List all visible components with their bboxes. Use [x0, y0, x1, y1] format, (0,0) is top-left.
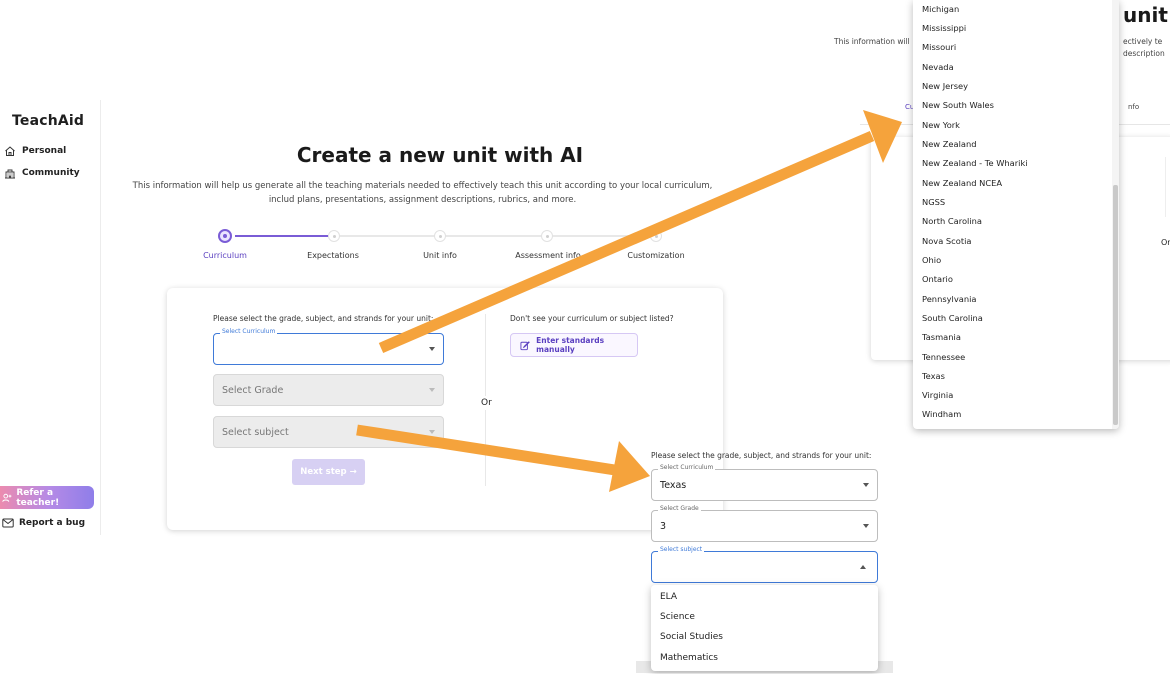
step-dot-expectations[interactable] — [328, 230, 340, 242]
list-item[interactable]: Tasmania — [922, 332, 961, 342]
inset-curriculum-legend: Select Curriculum — [658, 464, 716, 471]
inset-form-prompt: Please select the grade, subject, and st… — [651, 451, 872, 460]
stepper-line-active — [235, 235, 335, 237]
step-dot-customization[interactable] — [650, 230, 662, 242]
list-item[interactable]: Mississippi — [922, 23, 966, 33]
subject-select[interactable]: Select subject — [213, 416, 444, 448]
step-label-customization[interactable]: Customization — [627, 251, 684, 260]
report-bug-link[interactable]: Report a bug — [2, 518, 85, 528]
inset-step-label-right: nfo — [1128, 103, 1140, 111]
enter-standards-manually-label: Enter standards manually — [536, 336, 605, 354]
add-user-icon — [2, 493, 12, 502]
subject-dropdown-list[interactable]: ELA Science Social Studies Mathematics — [651, 585, 878, 671]
curriculum-form-card: Please select the grade, subject, and st… — [167, 288, 723, 530]
step-dot-assessment-info[interactable] — [541, 230, 553, 242]
chevron-up-icon — [860, 565, 866, 569]
list-item[interactable]: New York — [922, 120, 960, 130]
inset-grade-value: 3 — [660, 521, 667, 532]
list-item[interactable]: Windham — [922, 409, 961, 419]
inset-or-label: Or — [1161, 238, 1170, 247]
step-label-expectations[interactable]: Expectations — [307, 251, 359, 260]
list-item[interactable]: New South Wales — [922, 100, 994, 110]
sidebar-item-community[interactable]: Community — [4, 167, 80, 179]
enter-standards-manually-button[interactable]: Enter standards manually — [510, 333, 638, 357]
inset-description-left: This information will — [834, 37, 910, 46]
list-item[interactable]: Ontario — [922, 274, 953, 284]
stepper-line-inactive — [335, 235, 655, 237]
mail-icon — [2, 518, 14, 528]
chevron-down-icon — [863, 483, 869, 487]
step-label-unit-info[interactable]: Unit info — [423, 251, 457, 260]
list-item[interactable]: South Carolina — [922, 313, 983, 323]
list-item[interactable]: North Carolina — [922, 216, 982, 226]
list-item[interactable]: Ohio — [922, 255, 941, 265]
curriculum-select-legend: Select Curriculum — [220, 328, 278, 335]
list-item[interactable]: Texas — [922, 371, 945, 381]
curriculum-dropdown-list[interactable]: Michigan Mississippi Missouri Nevada New… — [913, 0, 1119, 429]
inset-curriculum-value: Texas — [660, 480, 687, 491]
page-title: Create a new unit with AI — [296, 143, 584, 167]
list-item[interactable]: Social Studies — [660, 632, 723, 642]
progress-stepper — [218, 229, 662, 243]
scrollbar-thumb[interactable] — [1113, 185, 1118, 425]
inset-vertical-divider — [1165, 157, 1166, 217]
list-item[interactable]: Nevada — [922, 62, 954, 72]
list-item[interactable]: Tennessee — [922, 352, 965, 362]
grade-select-placeholder: Select Grade — [222, 385, 284, 396]
chevron-down-icon — [863, 524, 869, 528]
inset-grade-legend: Select Grade — [658, 505, 701, 512]
list-item[interactable]: NGSS — [922, 197, 945, 207]
refer-teacher-label: Refer a teacher! — [16, 487, 60, 508]
chevron-down-icon — [429, 347, 435, 351]
inset-description-right-2: description — [1123, 49, 1165, 58]
community-icon — [5, 169, 15, 179]
step-label-assessment-info[interactable]: Assessment info — [515, 251, 581, 260]
list-item[interactable]: Mathematics — [660, 653, 718, 663]
page-description: This information will help us generate a… — [132, 181, 713, 205]
chevron-down-icon — [429, 430, 435, 434]
refer-teacher-button[interactable]: Refer a teacher! — [0, 486, 94, 509]
curriculum-select[interactable]: Select Curriculum — [213, 328, 444, 365]
list-item[interactable]: New Zealand — [922, 139, 977, 149]
sidebar-item-label: Community — [22, 168, 80, 178]
dropdown-scrollbar[interactable] — [1112, 0, 1119, 429]
chevron-down-icon — [429, 388, 435, 392]
inset-subject-legend: Select subject — [658, 546, 705, 553]
step-label-curriculum[interactable]: Curriculum — [203, 251, 247, 260]
grade-select[interactable]: Select Grade — [213, 374, 444, 406]
next-step-button[interactable]: Next step → — [292, 459, 365, 485]
list-item[interactable]: ELA — [660, 592, 677, 602]
step-dot-unit-info[interactable] — [434, 230, 446, 242]
step-dot-curriculum[interactable] — [218, 229, 232, 243]
list-item[interactable]: Pennsylvania — [922, 294, 977, 304]
list-item[interactable]: Missouri — [922, 42, 956, 52]
inset-subject-select[interactable]: Select subject — [651, 546, 878, 583]
list-item[interactable]: Science — [660, 612, 695, 622]
list-item[interactable]: New Zealand - Te Whariki — [922, 158, 1028, 168]
inset-curriculum-select[interactable]: Select Curriculum Texas — [651, 464, 878, 501]
or-label: Or — [481, 396, 492, 410]
report-bug-label: Report a bug — [19, 518, 86, 528]
list-item[interactable]: New Zealand NCEA — [922, 178, 1002, 188]
inset-grade-select[interactable]: Select Grade 3 — [651, 505, 878, 542]
brand-logo: TeachAid — [12, 113, 85, 129]
subject-select-placeholder: Select subject — [222, 427, 289, 438]
list-item[interactable]: Nova Scotia — [922, 236, 971, 246]
inset-description-right-1: ectively te — [1123, 37, 1163, 46]
list-item[interactable]: Michigan — [922, 4, 959, 14]
list-item[interactable]: Virginia — [922, 390, 953, 400]
form-prompt: Please select the grade, subject, and st… — [213, 314, 434, 323]
edit-icon — [520, 340, 530, 350]
list-item[interactable]: New Jersey — [922, 81, 968, 91]
manual-prompt: Don't see your curriculum or subject lis… — [510, 314, 674, 323]
